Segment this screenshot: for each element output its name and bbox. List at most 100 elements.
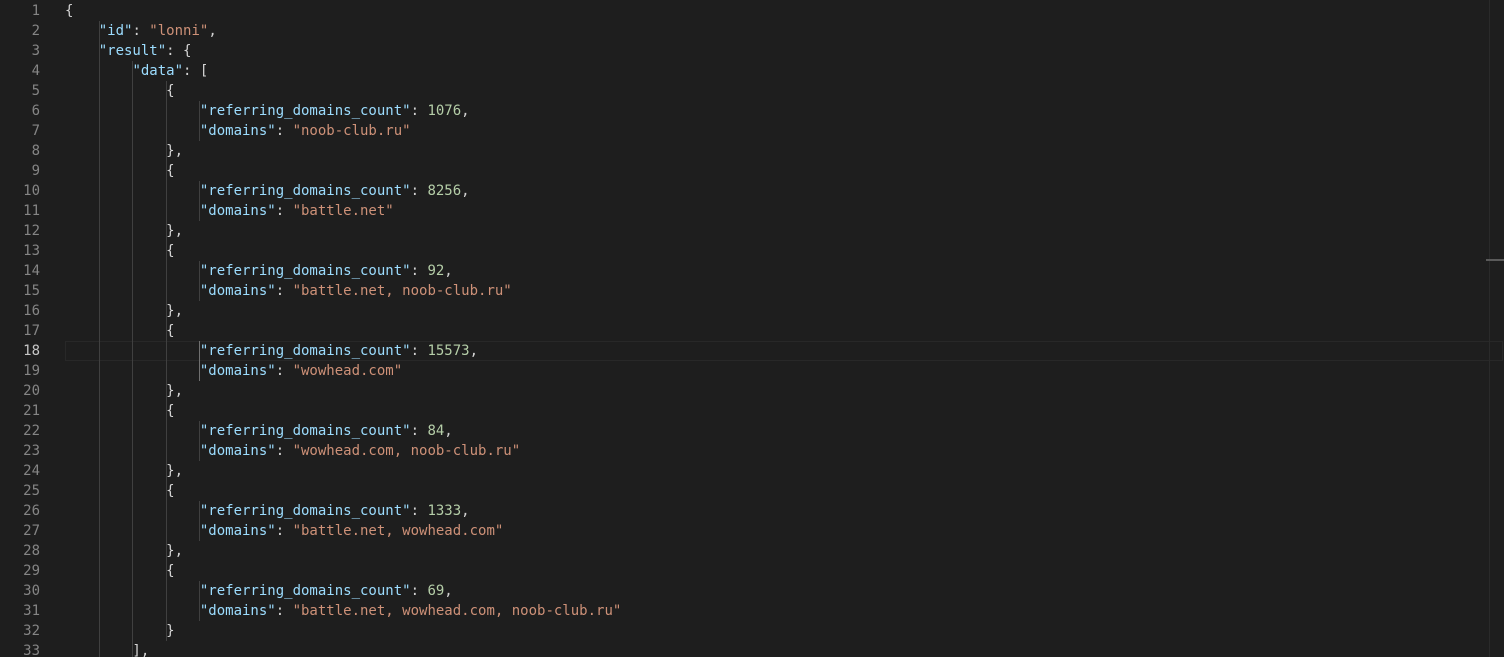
code-line[interactable]: }, — [65, 381, 183, 401]
json-number: 8256 — [427, 183, 462, 199]
json-punctuation: : — [410, 263, 428, 279]
code-line[interactable]: "data": [ — [65, 61, 208, 81]
json-punctuation: , — [444, 263, 453, 279]
json-punctuation — [65, 363, 200, 379]
line-number: 10 — [23, 183, 40, 199]
line-number: 3 — [31, 43, 40, 59]
json-punctuation: : — [275, 203, 293, 219]
json-key: "domains" — [199, 283, 276, 299]
code-line[interactable]: }, — [65, 461, 183, 481]
json-string: "wowhead.com" — [292, 363, 403, 379]
json-punctuation: { — [65, 403, 175, 419]
code-line[interactable]: "referring_domains_count": 92, — [65, 261, 453, 281]
code-line[interactable]: "domains": "battle.net, noob-club.ru" — [65, 281, 512, 301]
line-number: 30 — [23, 583, 40, 599]
line-number: 15 — [23, 283, 40, 299]
json-punctuation — [65, 523, 200, 539]
line-number: 29 — [23, 563, 40, 579]
json-punctuation — [65, 343, 200, 359]
json-key: "domains" — [199, 523, 276, 539]
line-number: 19 — [23, 363, 40, 379]
code-line[interactable]: }, — [65, 301, 183, 321]
json-punctuation: , — [469, 343, 479, 359]
code-line[interactable]: "domains": "battle.net, wowhead.com, noo… — [65, 601, 621, 621]
json-key: "domains" — [199, 123, 276, 139]
json-punctuation: , — [461, 183, 470, 199]
line-number: 2 — [31, 23, 40, 39]
code-line[interactable]: "referring_domains_count": 8256, — [65, 181, 470, 201]
json-number: 92 — [427, 263, 445, 279]
code-line[interactable]: { — [65, 481, 174, 501]
line-number: 20 — [23, 383, 40, 399]
code-line[interactable]: } — [65, 621, 174, 641]
code-line[interactable]: "result": { — [65, 41, 192, 61]
line-number: 18 — [23, 343, 40, 359]
code-line[interactable]: "referring_domains_count": 15573, — [65, 341, 478, 361]
json-string: "wowhead.com, noob-club.ru" — [292, 443, 521, 459]
json-string: "battle.net, wowhead.com, noob-club.ru" — [292, 603, 622, 619]
json-punctuation: , — [461, 103, 470, 119]
json-punctuation: : — [410, 423, 428, 439]
line-number: 4 — [31, 63, 40, 79]
json-key: "data" — [132, 63, 184, 79]
json-punctuation: { — [65, 83, 175, 99]
json-number: 69 — [427, 583, 445, 599]
code-line[interactable]: }, — [65, 221, 183, 241]
code-line[interactable]: { — [65, 321, 174, 341]
json-punctuation — [65, 63, 132, 79]
json-punctuation — [65, 43, 99, 59]
code-line[interactable]: "domains": "noob-club.ru" — [65, 121, 411, 141]
code-line[interactable]: { — [65, 161, 174, 181]
code-line[interactable]: "referring_domains_count": 1333, — [65, 501, 470, 521]
json-punctuation — [65, 503, 200, 519]
json-string: "battle.net, noob-club.ru" — [292, 283, 512, 299]
json-key: "id" — [98, 23, 133, 39]
code-line[interactable]: "domains": "battle.net" — [65, 201, 394, 221]
code-editor[interactable]: 1 2 3 4 5 6 7 8 9 10 11 12 13 14 15 16 17 18 19 20 21 22 23 24 2… — [0, 0, 1504, 657]
json-key: "referring_domains_count" — [199, 583, 411, 599]
vertical-scrollbar[interactable] — [1489, 0, 1504, 657]
json-punctuation: , — [208, 23, 217, 39]
line-number: 22 — [23, 423, 40, 439]
json-punctuation — [65, 583, 200, 599]
json-punctuation — [65, 283, 200, 299]
json-punctuation — [65, 603, 200, 619]
line-number: 17 — [23, 323, 40, 339]
json-punctuation: : — [275, 523, 293, 539]
line-number: 32 — [23, 623, 40, 639]
code-line[interactable]: { — [65, 401, 175, 421]
code-line[interactable]: "domains": "wowhead.com" — [65, 361, 402, 381]
json-key: "domains" — [199, 443, 276, 459]
code-line[interactable]: "referring_domains_count": 1076, — [65, 101, 470, 121]
line-number: 24 — [23, 463, 40, 479]
code-line[interactable]: "domains": "battle.net, wowhead.com" — [65, 521, 503, 541]
json-punctuation — [65, 203, 200, 219]
code-line[interactable]: { — [65, 561, 175, 581]
code-line[interactable]: "domains": "wowhead.com, noob-club.ru" — [65, 441, 520, 461]
line-number: 26 — [23, 503, 40, 519]
json-punctuation: { — [65, 563, 175, 579]
json-punctuation: : — [275, 363, 293, 379]
json-punctuation: }, — [65, 543, 184, 559]
code-line[interactable]: "referring_domains_count": 69, — [65, 581, 453, 601]
json-punctuation — [65, 23, 99, 39]
code-content[interactable]: { "id": "lonni", "result": { "data": [ {… — [65, 0, 1486, 657]
json-punctuation — [65, 443, 200, 459]
line-number: 6 — [31, 103, 40, 119]
line-number: 16 — [23, 303, 40, 319]
code-line[interactable]: "referring_domains_count": 84, — [65, 421, 453, 441]
json-key: "referring_domains_count" — [199, 503, 411, 519]
code-line[interactable]: }, — [65, 141, 183, 161]
code-line[interactable]: { — [65, 1, 73, 21]
json-string: "lonni" — [149, 23, 209, 39]
code-line[interactable]: }, — [65, 541, 183, 561]
line-number: 5 — [31, 83, 40, 99]
code-line[interactable]: ], — [65, 641, 149, 657]
json-punctuation: : [ — [183, 63, 209, 79]
code-line[interactable]: { — [65, 241, 175, 261]
code-line[interactable]: { — [65, 81, 175, 101]
json-key: "domains" — [199, 203, 276, 219]
json-punctuation: { — [65, 243, 175, 259]
code-line[interactable]: "id": "lonni", — [65, 21, 217, 41]
json-punctuation: ], — [65, 643, 150, 657]
